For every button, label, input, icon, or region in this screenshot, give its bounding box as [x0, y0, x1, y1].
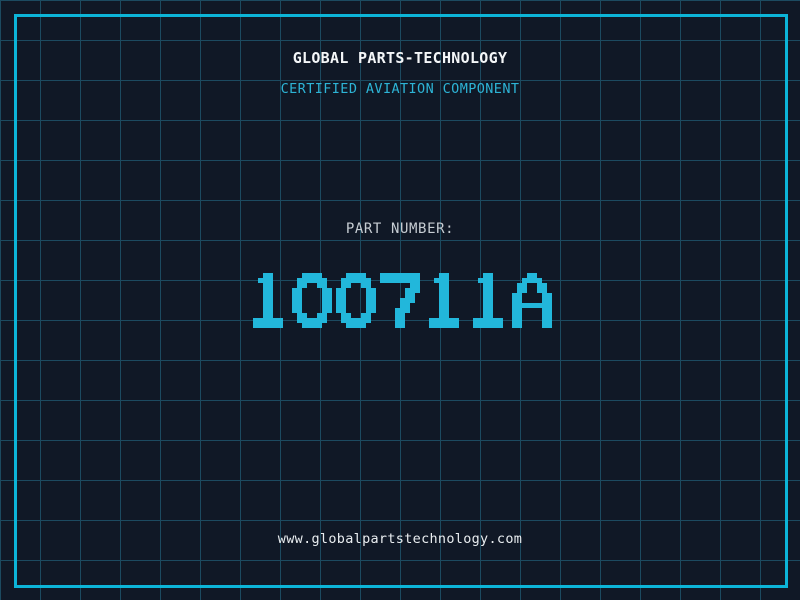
company-name: GLOBAL PARTS-TECHNOLOGY [292, 49, 508, 67]
part-number-character [248, 273, 288, 328]
website-url: www.globalpartstechnology.com [277, 531, 523, 547]
part-number-display [0, 273, 800, 328]
part-number-character [380, 273, 420, 328]
part-number-character [292, 273, 332, 328]
part-number-label: PART NUMBER: [345, 221, 455, 237]
part-number-character [512, 273, 552, 328]
part-number-character [468, 273, 508, 328]
certification-text: CERTIFIED AVIATION COMPONENT [280, 81, 520, 97]
part-number-character [424, 273, 464, 328]
part-number-character [336, 273, 376, 328]
part-certificate-label: GLOBAL PARTS-TECHNOLOGY CERTIFIED AVIATI… [0, 0, 800, 600]
